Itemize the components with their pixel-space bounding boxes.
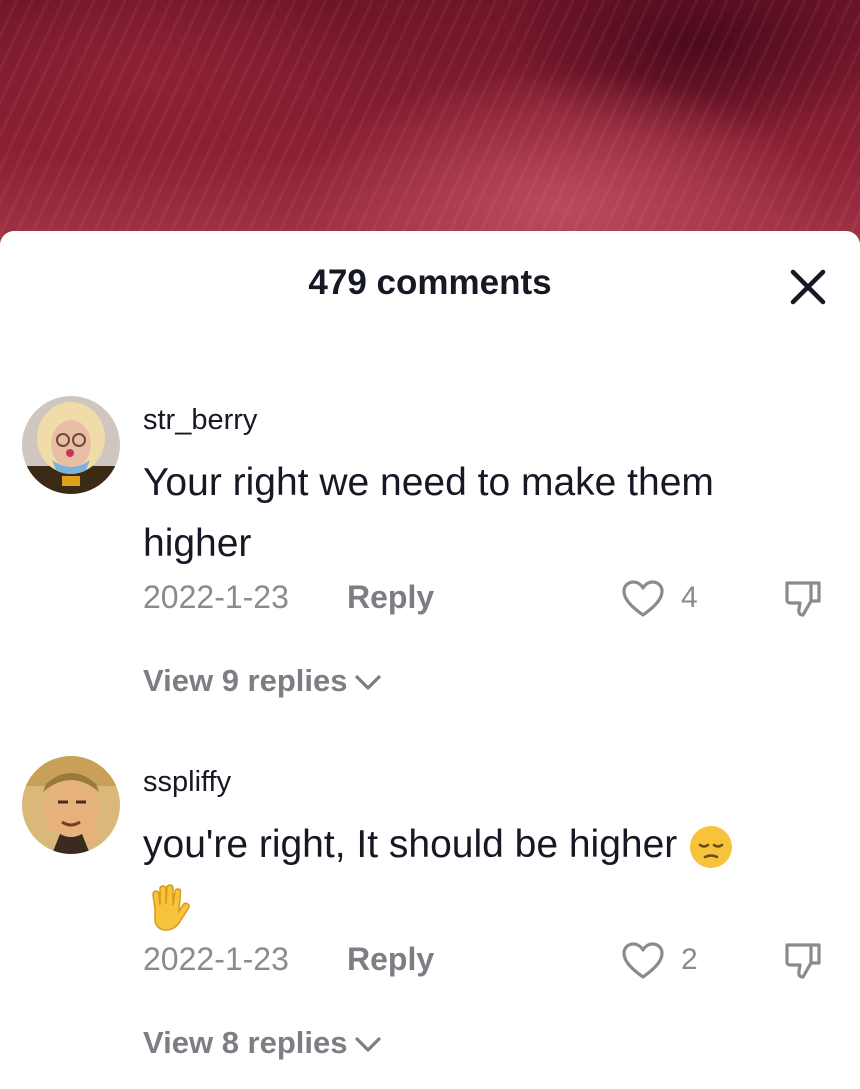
comment-text: Your right we need to make them higher: [143, 461, 714, 565]
avatar[interactable]: [22, 396, 120, 494]
raised-hand-emoji-icon: [152, 883, 190, 931]
comment-item: sspliffy you're right, It should be high…: [0, 756, 860, 1061]
view-replies-label: View 9 replies: [143, 663, 348, 698]
video-texture: [0, 0, 860, 250]
comments-header: 479 comments: [0, 231, 860, 335]
reply-button[interactable]: Reply: [347, 579, 434, 616]
comment-date: 2022-1-23: [143, 941, 289, 977]
close-button[interactable]: [788, 267, 828, 307]
like-count: 4: [681, 581, 698, 614]
thumbs-down-icon[interactable]: [783, 941, 823, 981]
comment-meta: 2022-1-23 Reply 4: [143, 579, 843, 619]
view-replies-button[interactable]: View 9 replies: [143, 663, 382, 699]
chevron-down-icon: [354, 675, 381, 690]
thumbs-down-icon[interactable]: [783, 579, 823, 619]
reply-button[interactable]: Reply: [347, 941, 434, 978]
comments-count-title: 479 comments: [308, 263, 552, 302]
view-replies-button[interactable]: View 8 replies: [143, 1025, 382, 1061]
comment-username[interactable]: str_berry: [143, 404, 257, 437]
like-count: 2: [681, 943, 698, 976]
chevron-down-icon: [354, 1037, 381, 1052]
comment-username[interactable]: sspliffy: [143, 766, 231, 799]
comment-text-content: you're right, It should be higher: [143, 823, 678, 866]
close-icon: [790, 269, 826, 305]
avatar[interactable]: [22, 756, 120, 854]
comment-meta: 2022-1-23 Reply 2: [143, 941, 843, 981]
comment-text: you're right, It should be higher: [143, 814, 803, 936]
heart-outline-icon[interactable]: [621, 941, 665, 981]
comment-date: 2022-1-23: [143, 579, 289, 615]
view-replies-label: View 8 replies: [143, 1025, 348, 1060]
heart-outline-icon[interactable]: [621, 579, 665, 619]
comment-item: str_berry Your right we need to make the…: [0, 396, 860, 699]
comments-sheet: 479 comments str_berry Your right we nee…: [0, 231, 860, 1089]
pensive-face-emoji-icon: [690, 825, 733, 868]
